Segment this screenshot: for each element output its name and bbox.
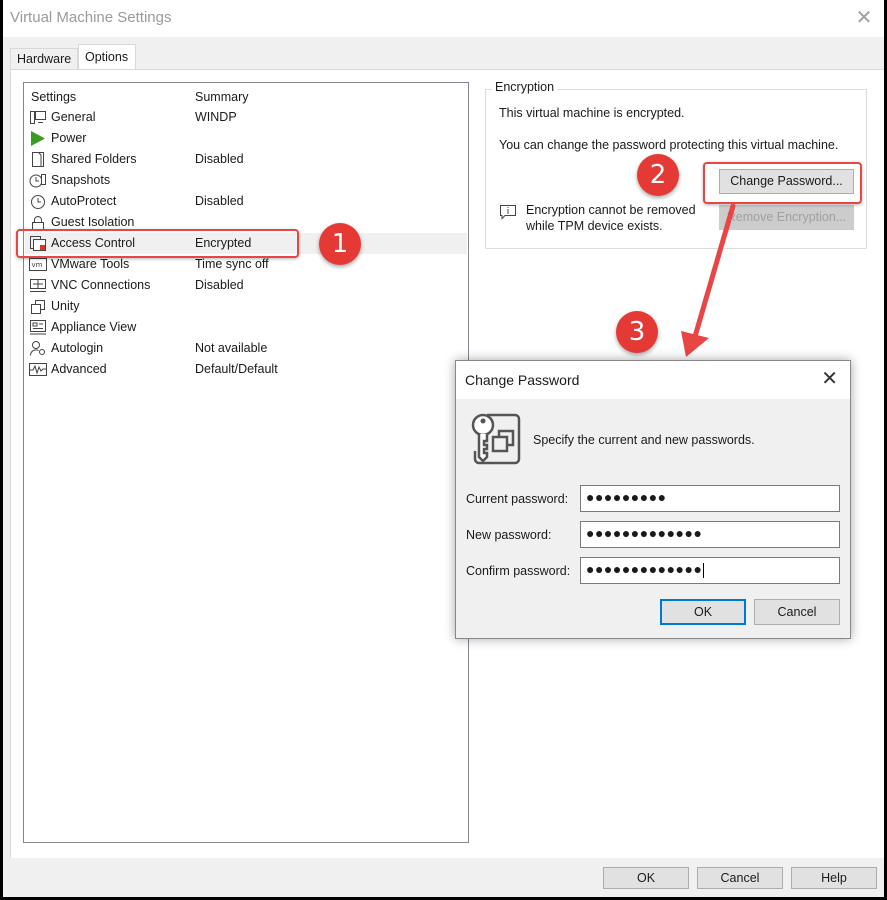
vm-icon: vm — [29, 258, 47, 271]
list-item-snapshots[interactable]: Snapshots — [25, 170, 467, 191]
play-icon — [31, 131, 45, 146]
item-name: Autologin — [51, 341, 104, 355]
encryption-legend: Encryption — [492, 80, 558, 94]
remove-encryption-button[interactable]: Remove Encryption... — [719, 205, 854, 230]
step-1-badge: 1 — [319, 223, 361, 265]
settings-list: Settings Summary General WINDP Power Sha… — [23, 82, 469, 843]
info-line-2: while TPM device exists. — [526, 219, 663, 233]
item-name: Guest Isolation — [51, 215, 135, 229]
list-item-power[interactable]: Power — [25, 128, 467, 149]
dialog-ok-button[interactable]: OK — [660, 599, 746, 625]
dialog-title-bar: Change Password ✕ — [456, 361, 850, 399]
list-header: Settings Summary — [31, 90, 461, 106]
help-button[interactable]: Help — [791, 867, 877, 889]
dialog-cancel-button[interactable]: Cancel — [754, 599, 840, 625]
tab-hardware[interactable]: Hardware — [10, 48, 78, 69]
close-icon[interactable]: ✕ — [854, 8, 874, 28]
step-2-badge: 2 — [637, 154, 679, 196]
item-name: AutoProtect — [51, 194, 117, 208]
cancel-button[interactable]: Cancel — [697, 867, 783, 889]
item-summary: Default/Default — [195, 362, 278, 376]
svg-text:vm: vm — [32, 261, 43, 269]
item-name: Snapshots — [51, 173, 111, 187]
item-name: VNC Connections — [51, 278, 151, 292]
item-name: VMware Tools — [51, 257, 130, 271]
clock-icon — [31, 195, 45, 209]
list-item-appliance-view[interactable]: Appliance View — [25, 317, 467, 338]
monitor-icon — [30, 111, 46, 124]
item-summary: Disabled — [195, 278, 244, 292]
access-control-highlight — [16, 229, 299, 258]
snapshot-clock-icon — [29, 174, 46, 188]
step-3-badge: 3 — [616, 311, 658, 353]
info-icon — [500, 205, 516, 220]
new-password-field[interactable]: ●●●●●●●●●●●●● — [580, 521, 840, 548]
appliance-icon — [30, 320, 46, 335]
settings-column-header: Settings — [31, 90, 77, 104]
change-password-dialog: Change Password ✕ Specify the current an… — [455, 360, 851, 639]
list-item-advanced[interactable]: Advanced Default/Default — [25, 359, 467, 380]
item-name: Shared Folders — [51, 152, 137, 166]
item-summary: Time sync off — [195, 257, 269, 271]
waveform-icon — [29, 363, 47, 376]
encryption-change-text: You can change the password protecting t… — [499, 138, 839, 152]
encryption-status-text: This virtual machine is encrypted. — [499, 106, 685, 120]
close-icon[interactable]: ✕ — [821, 369, 838, 389]
item-name: Appliance View — [51, 320, 137, 334]
info-line-1: Encryption cannot be removed — [526, 203, 696, 217]
current-password-label: Current password: — [466, 492, 569, 506]
list-item-general[interactable]: General WINDP — [25, 107, 467, 128]
windows-icon — [31, 300, 45, 314]
confirm-password-label: Confirm password: — [466, 564, 571, 578]
dialog-title: Change Password — [465, 372, 580, 388]
item-summary: Disabled — [195, 194, 244, 208]
confirm-password-field[interactable]: ●●●●●●●●●●●●● — [580, 557, 840, 584]
folder-icon — [32, 152, 44, 167]
list-item-shared-folders[interactable]: Shared Folders Disabled — [25, 149, 467, 170]
summary-column-header: Summary — [195, 90, 249, 104]
item-name: General — [51, 110, 96, 124]
ok-button[interactable]: OK — [603, 867, 689, 889]
encryption-info-text: Encryption cannot be removed while TPM d… — [526, 202, 716, 234]
new-password-label: New password: — [466, 528, 552, 542]
list-item-autoprotect[interactable]: AutoProtect Disabled — [25, 191, 467, 212]
current-password-field[interactable]: ●●●●●●●●● — [580, 485, 840, 512]
item-name: Power — [51, 131, 87, 145]
dialog-description: Specify the current and new passwords. — [533, 433, 755, 447]
user-key-icon — [29, 341, 45, 356]
list-item-autologin[interactable]: Autologin Not available — [25, 338, 467, 359]
network-icon — [30, 279, 46, 292]
window-title: Virtual Machine Settings — [10, 9, 172, 26]
item-name: Unity — [51, 299, 80, 313]
key-icon — [471, 413, 521, 465]
change-password-highlight — [703, 162, 862, 204]
list-item-vnc-connections[interactable]: VNC Connections Disabled — [25, 275, 467, 296]
list-item-unity[interactable]: Unity — [25, 296, 467, 317]
item-summary: Not available — [195, 341, 268, 355]
item-name: Advanced — [51, 362, 107, 376]
tab-options[interactable]: Options — [78, 44, 136, 70]
title-bar: Virtual Machine Settings ✕ — [3, 0, 884, 37]
item-summary: Disabled — [195, 152, 244, 166]
item-summary: WINDP — [195, 110, 237, 124]
